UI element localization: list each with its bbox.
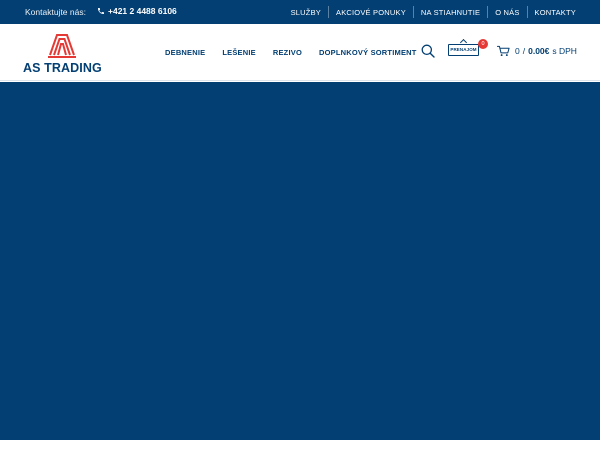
hero-banner [0,82,600,440]
cart-vat-label: s DPH [552,46,577,56]
top-link-o-nas[interactable]: O NÁS [487,6,526,18]
logo-mark-icon [48,34,76,58]
logo[interactable]: AS TRADING [22,29,104,77]
top-link-na-stiahnutie[interactable]: NA STIAHNUTIE [412,6,487,18]
search-button[interactable] [421,44,435,58]
cart-separator: / [522,46,526,56]
top-link-sluzby[interactable]: SLUŽBY [284,6,328,18]
rent-sign: PRENAJOM [448,44,479,56]
nav-item-rezivo[interactable]: REZIVO [273,48,302,57]
bottom-strip [0,440,600,450]
nav-item-doplnkovy-sortiment[interactable]: DOPLNKOVÝ SORTIMENT [319,48,417,57]
nav-item-debnenie[interactable]: DEBNENIE [165,48,205,57]
rent-count-badge: 0 [478,39,488,49]
search-icon [421,44,435,58]
contact-label: Kontaktujte nás: [25,7,86,17]
top-link-kontakty[interactable]: KONTAKTY [526,6,576,18]
site-header: AS TRADING DEBNENIE LEŠENIE REZIVO DOPLN… [0,24,600,81]
top-link-akciove-ponuky[interactable]: AKCIOVÉ PONUKY [328,6,413,18]
rent-button[interactable]: PRENAJOM 0 [447,38,488,58]
rent-label: PRENAJOM [450,47,477,52]
cart-total: 0.00€ [528,46,550,56]
top-links: SLUŽBY AKCIOVÉ PONUKY NA STIAHNUTIE O NÁ… [284,0,576,24]
phone-number: +421 2 4488 6106 [108,6,177,16]
phone-icon [98,8,104,14]
logo-text: AS TRADING [23,61,102,75]
nav-item-lesenie[interactable]: LEŠENIE [222,48,256,57]
top-bar: Kontaktujte nás: +421 2 4488 6106 SLUŽBY… [0,0,600,24]
cart-icon [497,45,510,57]
cart-button[interactable]: 0 / 0.00€ s DPH [497,44,577,58]
cart-count: 0 [515,46,520,56]
phone-link[interactable]: +421 2 4488 6106 [97,6,177,16]
main-nav: DEBNENIE LEŠENIE REZIVO DOPLNKOVÝ SORTIM… [165,24,434,80]
